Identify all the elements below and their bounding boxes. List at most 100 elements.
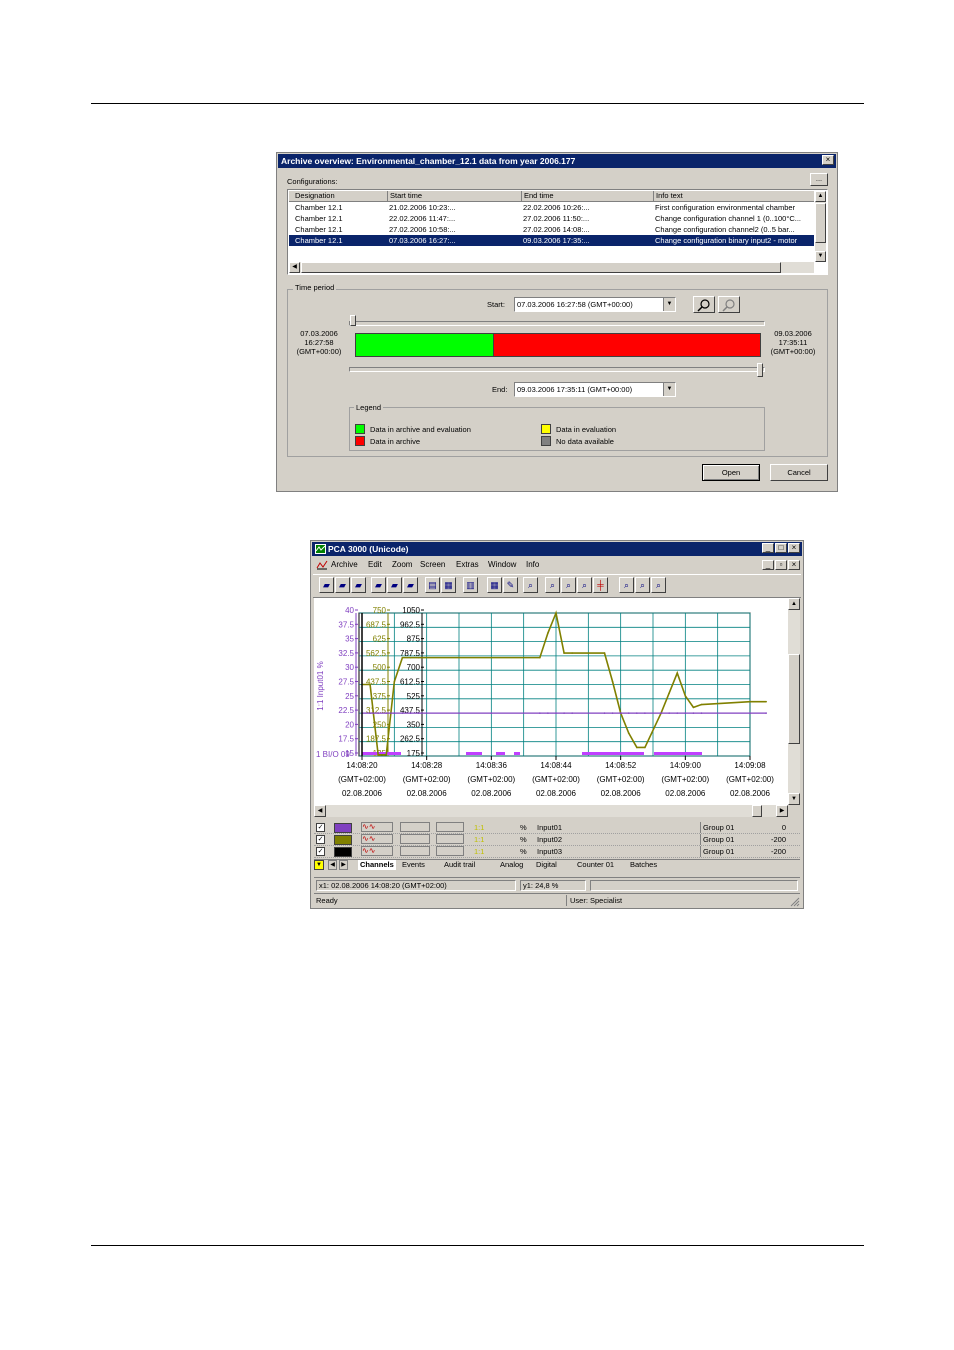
- cursor-lines-icon[interactable]: ╪: [593, 577, 608, 593]
- zoom-reset-icon[interactable]: ⌕: [651, 577, 666, 593]
- zoom-in-icon[interactable]: ⌕: [619, 577, 634, 593]
- zoom-area-icon[interactable]: ⌕: [545, 577, 560, 593]
- horizontal-scrollbar[interactable]: ◀: [289, 262, 814, 273]
- menu-item-extras[interactable]: Extras: [456, 560, 479, 569]
- hscroll-thumb[interactable]: [752, 805, 762, 817]
- menu-item-window[interactable]: Window: [488, 560, 516, 569]
- properties-icon[interactable]: ▥: [463, 577, 478, 593]
- menu-item-edit[interactable]: Edit: [368, 560, 382, 569]
- tab-audit-trail[interactable]: Audit trail: [444, 860, 475, 870]
- scroll-left-icon[interactable]: ◀: [289, 262, 300, 273]
- column-header[interactable]: End time: [521, 191, 652, 201]
- marker-picker[interactable]: [436, 822, 464, 832]
- column-header[interactable]: Designation: [293, 191, 385, 201]
- table-row[interactable]: Chamber 12.1 22.02.2006 11:47:... 27.02.20…: [289, 213, 814, 224]
- print-preview-icon[interactable]: ▤: [425, 577, 440, 593]
- scroll-right-icon[interactable]: ▶: [776, 805, 788, 817]
- visible-checkbox[interactable]: ✓: [316, 823, 325, 832]
- menu-item-screen[interactable]: Screen: [420, 560, 445, 569]
- open-archive-icon[interactable]: ▰: [319, 577, 334, 593]
- print-icon[interactable]: ▦: [441, 577, 456, 593]
- visible-checkbox[interactable]: ✓: [316, 847, 325, 856]
- reset-zoom-button[interactable]: [718, 296, 740, 313]
- child-minimize-icon[interactable]: _: [762, 560, 774, 570]
- y-tick-label: 525: [407, 692, 421, 701]
- line-style-picker[interactable]: ∿∿: [361, 822, 393, 832]
- tab-channels[interactable]: Channels: [358, 860, 396, 870]
- marker-picker[interactable]: [436, 846, 464, 856]
- color-picker[interactable]: [334, 835, 352, 845]
- zoom-out-icon[interactable]: ⌕: [635, 577, 650, 593]
- column-header[interactable]: Start time: [387, 191, 520, 201]
- tab-prev-icon[interactable]: ◀: [328, 860, 337, 870]
- chevron-down-icon[interactable]: ▼: [663, 383, 675, 396]
- save-folder-icon[interactable]: ▰: [387, 577, 402, 593]
- maximize-icon[interactable]: □: [775, 543, 787, 553]
- end-slider-track[interactable]: [349, 367, 765, 372]
- resize-grip-icon[interactable]: [790, 897, 800, 907]
- line-width-picker[interactable]: [400, 834, 430, 844]
- vertical-scrollbar[interactable]: ▲ ▼: [815, 191, 826, 262]
- chart-vertical-scrollbar[interactable]: ▲ ▼: [788, 598, 800, 805]
- visible-checkbox[interactable]: ✓: [316, 835, 325, 844]
- table-row[interactable]: Chamber 12.1 21.02.2006 10:23:... 22.02.20…: [289, 202, 814, 213]
- color-picker[interactable]: [334, 847, 352, 857]
- channel-row[interactable]: ✓ ∿∿ 1:1% Input03 Group 01 -200: [314, 846, 800, 858]
- menu-item-archive[interactable]: Archive: [331, 560, 358, 569]
- table-icon[interactable]: ▦: [487, 577, 502, 593]
- scroll-down-icon[interactable]: ▼: [788, 793, 800, 805]
- close-icon[interactable]: ×: [822, 155, 834, 165]
- scroll-left-icon[interactable]: ◀: [314, 805, 326, 817]
- open-folder-icon[interactable]: ▰: [371, 577, 386, 593]
- hscroll-thumb[interactable]: [301, 262, 781, 273]
- channel-row[interactable]: ✓ ∿∿ 1:1% Input01 Group 01 0: [314, 822, 800, 834]
- menu-item-info[interactable]: Info: [526, 560, 539, 569]
- marker-picker[interactable]: [436, 834, 464, 844]
- close-icon[interactable]: ×: [788, 543, 800, 553]
- line-width-picker[interactable]: [400, 822, 430, 832]
- scroll-thumb[interactable]: [815, 203, 826, 243]
- tab-analog[interactable]: Analog: [500, 860, 523, 870]
- end-slider-handle[interactable]: [757, 363, 763, 377]
- settings-icon[interactable]: ✎: [503, 577, 518, 593]
- line-width-picker[interactable]: [400, 846, 430, 856]
- tab-batches[interactable]: Batches: [630, 860, 657, 870]
- data-point: [684, 695, 687, 697]
- open-button[interactable]: Open: [702, 464, 760, 481]
- line-style-picker[interactable]: ∿∿: [361, 846, 393, 856]
- color-picker[interactable]: [334, 823, 352, 833]
- scroll-up-icon[interactable]: ▲: [815, 191, 826, 202]
- start-combobox[interactable]: 07.03.2006 16:27:58 (GMT+00:00) ▼: [514, 297, 676, 312]
- tab-counter-01[interactable]: Counter 01: [577, 860, 614, 870]
- channel-row[interactable]: ✓ ∿∿ 1:1% Input02 Group 01 -200: [314, 834, 800, 846]
- scroll-up-icon[interactable]: ▲: [788, 598, 800, 610]
- tab-digital[interactable]: Digital: [536, 860, 557, 870]
- menu-item-zoom[interactable]: Zoom: [392, 560, 412, 569]
- search-icon[interactable]: ⌕: [523, 577, 538, 593]
- minimize-icon[interactable]: _: [762, 543, 774, 553]
- tab-events[interactable]: Events: [402, 860, 425, 870]
- child-restore-icon[interactable]: ▫: [775, 560, 787, 570]
- open-file-icon[interactable]: ▰: [335, 577, 350, 593]
- more-button[interactable]: ...: [810, 173, 828, 186]
- line-style-picker[interactable]: ∿∿: [361, 834, 393, 844]
- tab-next-icon[interactable]: ▶: [339, 860, 348, 870]
- scroll-thumb[interactable]: [788, 654, 800, 744]
- zoom-vertical-icon[interactable]: ⌕: [561, 577, 576, 593]
- cancel-button[interactable]: Cancel: [770, 464, 828, 481]
- table-row[interactable]: Chamber 12.1 27.02.2006 10:58:... 27.02.20…: [289, 224, 814, 235]
- end-combobox[interactable]: 09.03.2006 17:35:11 (GMT+00:00) ▼: [514, 382, 676, 397]
- start-slider-track[interactable]: [349, 321, 765, 326]
- column-header[interactable]: Info text: [653, 191, 816, 201]
- table-row[interactable]: Chamber 12.1 07.03.2006 16:27:... 09.03.20…: [289, 235, 814, 246]
- chevron-down-icon[interactable]: ▼: [663, 298, 675, 311]
- scroll-down-icon[interactable]: ▼: [815, 251, 826, 262]
- folder-icon[interactable]: ▰: [351, 577, 366, 593]
- zoom-cursor-icon[interactable]: ⌕: [577, 577, 592, 593]
- chart-horizontal-scrollbar[interactable]: ◀ ▶: [314, 805, 788, 817]
- child-close-icon[interactable]: ×: [788, 560, 800, 570]
- zoom-in-button[interactable]: [693, 296, 715, 313]
- tab-menu-icon[interactable]: ▼: [314, 860, 324, 870]
- start-slider-handle[interactable]: [350, 315, 356, 326]
- export-icon[interactable]: ▰: [403, 577, 418, 593]
